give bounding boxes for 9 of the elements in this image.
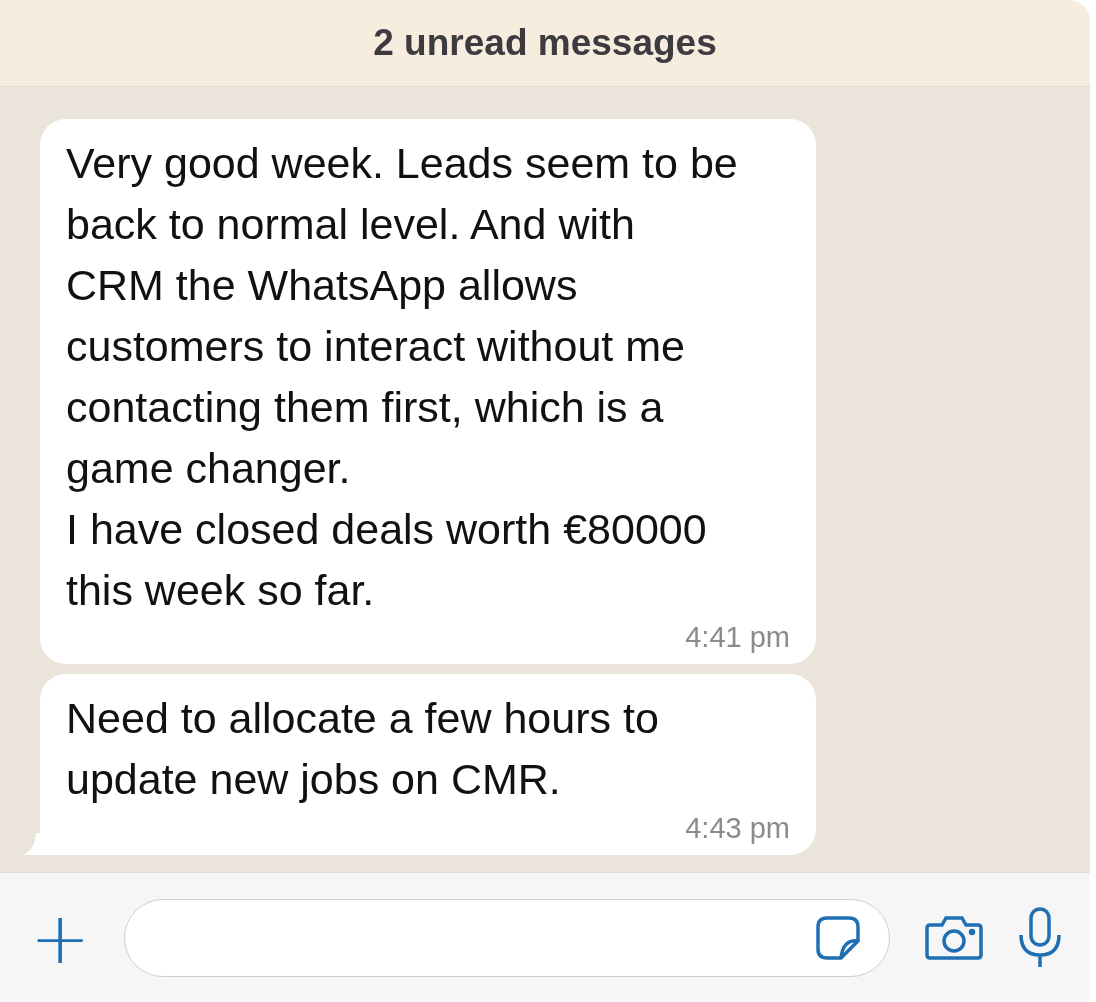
camera-icon[interactable] [924, 914, 984, 961]
microphone-icon[interactable] [1018, 906, 1062, 969]
unread-label: 2 unread messages [373, 22, 717, 64]
sticker-icon[interactable] [815, 914, 861, 961]
message-time: 4:41 pm [684, 621, 790, 654]
message-time: 4:43 pm [684, 812, 790, 845]
attach-button[interactable]: + [30, 901, 91, 974]
message-text: Very good week. Leads seem to be back to normal level. And with CRM the WhatsApp allows customers to interact without me contacting them first, which is a game changer. I have closed deals worth €80000 this week so far. [66, 138, 739, 616]
message-text: Need to allocate a few hours to update new jobs on CMR. [66, 693, 660, 805]
